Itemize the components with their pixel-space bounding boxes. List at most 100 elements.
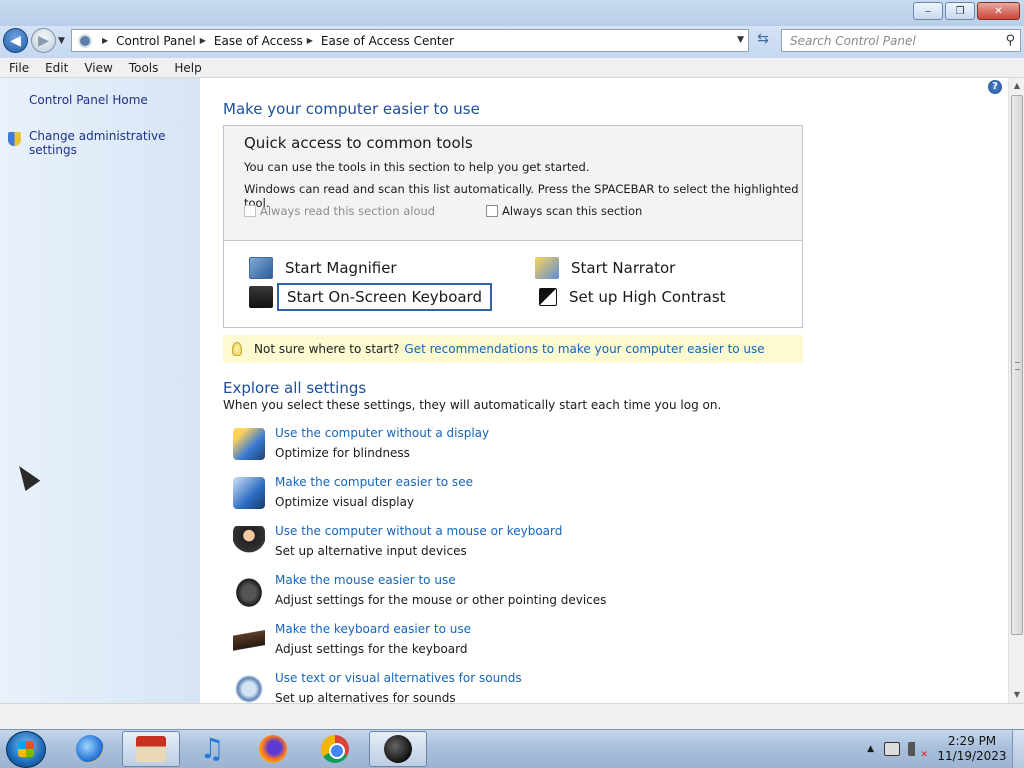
breadcrumb-ease-of-access[interactable]: Ease of Access [214,34,303,48]
address-dropdown-icon[interactable]: ▼ [737,35,744,45]
checkbox-box [244,205,256,217]
start-button[interactable] [6,731,46,768]
setting-link[interactable]: Use text or visual alternatives for soun… [275,671,522,685]
refresh-icon[interactable]: ⇆ [752,31,774,51]
quick-access-title: Quick access to common tools [244,134,473,152]
menu-file[interactable]: File [0,61,36,75]
start-narrator-label[interactable]: Start Narrator [571,259,675,277]
high-contrast-label[interactable]: Set up High Contrast [569,288,726,306]
sidebar: Control Panel Home Change administrative… [0,78,200,703]
close-button[interactable]: ✕ [977,2,1020,20]
setting-description: Set up alternative input devices [275,544,467,558]
magnifier-icon [249,257,273,279]
mouse-icon [233,575,265,607]
speech-bubble-icon [233,673,265,703]
recent-pages-dropdown[interactable]: ▼ [58,36,65,46]
chevron-right-icon[interactable]: ▶ [102,36,108,45]
search-icon[interactable]: ⚲ [1005,33,1015,48]
scroll-down-arrow-icon[interactable]: ▼ [1009,687,1024,703]
menu-view[interactable]: View [75,61,119,75]
start-magnifier-tool[interactable]: Start Magnifier [249,257,397,279]
status-bar [0,703,1024,729]
lightbulb-icon [232,342,242,356]
clock-date: 11/19/2023 [937,749,1007,763]
control-panel-icon [78,33,92,48]
show-hidden-icons-icon[interactable]: ▲ [867,744,874,754]
person-icon [233,526,265,558]
window-controls: ‒ ❐ ✕ [913,2,1020,20]
setting-link[interactable]: Make the computer easier to see [275,475,473,489]
read-aloud-checkbox: Always read this section aloud [244,204,435,218]
setting-description: Optimize for blindness [275,446,410,460]
monitor-magnify-icon [233,477,265,509]
setting-link[interactable]: Make the keyboard easier to use [275,622,471,636]
breadcrumb-ease-of-access-center[interactable]: Ease of Access Center [321,34,454,48]
taskbar-firefox[interactable] [244,731,302,767]
start-on-screen-keyboard-tool[interactable]: Start On-Screen Keyboard [249,283,492,311]
vertical-scrollbar[interactable]: ▲ ▼ [1008,78,1024,703]
show-desktop-button[interactable] [1012,730,1024,768]
title-bar: ‒ ❐ ✕ [0,0,1024,26]
help-icon[interactable]: ? [988,80,1002,94]
sidebar-link-admin-settings[interactable]: Change administrative settings [29,129,200,157]
search-input[interactable]: Search Control Panel ⚲ [781,29,1021,52]
start-on-screen-keyboard-label[interactable]: Start On-Screen Keyboard [277,283,492,311]
on-screen-keyboard-icon [249,286,273,308]
firefox-icon [259,735,287,763]
menu-edit[interactable]: Edit [36,61,75,75]
forward-button[interactable]: ▶ [31,28,56,53]
recommendation-tip-bar: Not sure where to start? Get recommendat… [223,335,803,363]
search-placeholder: Search Control Panel [790,33,916,48]
taskbar-media-player[interactable]: ♫ [183,731,241,767]
chevron-right-icon[interactable]: ▶ [307,36,313,45]
taskbar-chrome[interactable] [306,731,364,767]
setting-without-mouse-keyboard: Use the computer without a mouse or keyb… [233,524,753,566]
display-monitor-icon [233,428,265,460]
scroll-up-arrow-icon[interactable]: ▲ [1009,78,1024,94]
setting-easier-to-see: Make the computer easier to see Optimize… [233,475,753,517]
explore-settings-subtitle: When you select these settings, they wil… [223,398,722,412]
start-magnifier-label[interactable]: Start Magnifier [285,259,397,277]
music-note-icon: ♫ [199,732,225,765]
shield-icon [8,132,21,146]
setting-link[interactable]: Make the mouse easier to use [275,573,456,587]
system-tray: ▲ 2:29 PM 11/19/2023 [867,730,1024,768]
quick-access-info-1: You can use the tools in this section to… [244,160,590,174]
start-narrator-tool[interactable]: Start Narrator [535,257,675,279]
back-button[interactable]: ◀ [3,28,28,53]
scrollbar-thumb[interactable] [1011,95,1023,635]
setting-description: Adjust settings for the keyboard [275,642,468,656]
high-contrast-tool[interactable]: Set up High Contrast [539,288,726,306]
menu-tools[interactable]: Tools [120,61,166,75]
quick-access-panel: Quick access to common tools You can use… [223,125,803,328]
quick-access-header: Quick access to common tools You can use… [224,126,802,241]
taskbar-magnifier[interactable] [369,731,427,767]
taskbar-internet-explorer[interactable] [61,731,119,767]
recommendations-link[interactable]: Get recommendations to make your compute… [404,342,764,356]
taskbar: ♫ ▲ 2:29 PM 11/19/2023 [0,729,1024,768]
minimize-button[interactable]: ‒ [913,2,943,20]
address-toolbar: ◀ ▶ ▼ ▶ Control Panel ▶ Ease of Access ▶ E… [0,26,1024,58]
restore-button[interactable]: ❐ [945,2,975,20]
scan-section-checkbox[interactable]: Always scan this section [486,204,642,218]
network-icon[interactable] [884,742,900,756]
chevron-right-icon[interactable]: ▶ [200,36,206,45]
setting-description: Adjust settings for the mouse or other p… [275,593,607,607]
setting-link[interactable]: Use the computer without a display [275,426,489,440]
setting-link[interactable]: Use the computer without a mouse or keyb… [275,524,562,538]
sidebar-link-control-panel-home[interactable]: Control Panel Home [29,93,148,107]
store-icon [136,736,166,762]
address-box[interactable]: ▶ Control Panel ▶ Ease of Access ▶ Ease of… [71,29,749,52]
chrome-icon [321,735,349,763]
taskbar-control-panel[interactable] [122,731,180,767]
clock[interactable]: 2:29 PM 11/19/2023 [932,734,1012,764]
setting-keyboard-easier: Make the keyboard easier to use Adjust s… [233,622,753,664]
scan-section-label[interactable]: Always scan this section [502,204,642,218]
high-contrast-icon [539,288,557,306]
breadcrumb-control-panel[interactable]: Control Panel [116,34,196,48]
volume-muted-icon[interactable] [908,742,928,760]
setting-mouse-easier: Make the mouse easier to use Adjust sett… [233,573,753,615]
setting-description: Optimize visual display [275,495,415,509]
checkbox-box[interactable] [486,205,498,217]
menu-help[interactable]: Help [165,61,208,75]
